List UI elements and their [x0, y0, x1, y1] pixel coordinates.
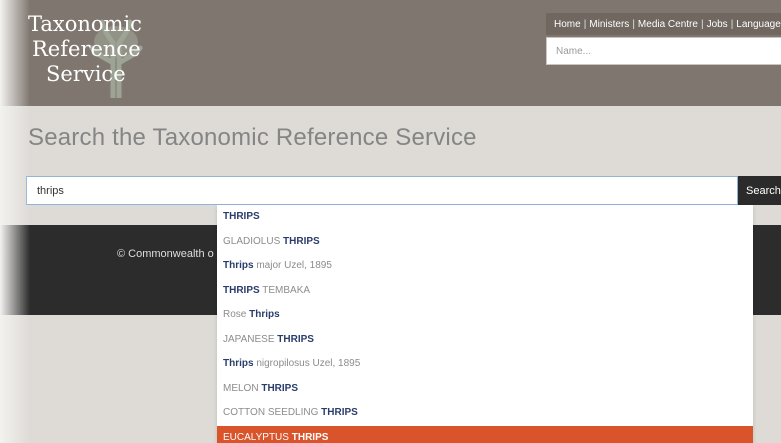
- site-logo[interactable]: Taxonomic Reference Service: [28, 12, 158, 87]
- logo-line-1: Taxonomic: [28, 12, 142, 36]
- search-button[interactable]: Search: [738, 176, 781, 205]
- autocomplete-item[interactable]: Thrips nigropilosus Uzel, 1895: [217, 352, 753, 377]
- page-title: Search the Taxonomic Reference Service: [28, 124, 477, 151]
- nav-separator: |: [700, 18, 704, 30]
- item-prefix: MELON: [223, 382, 262, 394]
- item-match: Thrips: [223, 260, 254, 271]
- autocomplete-item[interactable]: MELON THRIPS: [217, 377, 753, 402]
- nav-separator: |: [583, 18, 587, 30]
- autocomplete-item[interactable]: JAPANESE THRIPS: [217, 328, 753, 353]
- nav-link-media-centre[interactable]: Media Centre: [638, 19, 698, 30]
- copyright-text: © Commonwealth o: [117, 248, 214, 260]
- autocomplete-list: THRIPS GLADIOLUS THRIPS Thrips major Uze…: [217, 205, 753, 443]
- item-match: THRIPS: [223, 211, 260, 222]
- autocomplete-item[interactable]: THRIPS TEMBAKA: [217, 279, 753, 304]
- item-prefix: JAPANESE: [223, 333, 278, 345]
- item-suffix: major Uzel, 1895: [253, 260, 332, 271]
- item-prefix: COTTON SEEDLING: [223, 407, 322, 418]
- nav-separator: |: [730, 18, 734, 30]
- utility-nav: Home | Ministers | Media Centre | Jobs |…: [546, 13, 781, 35]
- item-prefix: GLADIOLUS: [223, 235, 284, 247]
- item-prefix: EUCALYPTUS: [223, 431, 292, 443]
- nav-link-languages[interactable]: Languages: [736, 19, 781, 30]
- item-match: THRIPS: [283, 235, 320, 247]
- autocomplete-item[interactable]: THRIPS: [217, 205, 753, 230]
- autocomplete-item[interactable]: COTTON SEEDLING THRIPS: [217, 401, 753, 426]
- autocomplete-item[interactable]: Rose Thrips: [217, 303, 753, 328]
- logo-line-3: Service: [46, 62, 126, 86]
- nav-separator: |: [632, 18, 635, 30]
- logo-line-2: Reference: [32, 37, 141, 61]
- item-match: THRIPS: [291, 431, 329, 443]
- site-header: Taxonomic Reference Service Home | Minis…: [0, 0, 781, 106]
- autocomplete-item[interactable]: EUCALYPTUS THRIPS: [217, 425, 753, 443]
- autocomplete-item[interactable]: GLADIOLUS THRIPS: [217, 230, 753, 255]
- search-input[interactable]: [26, 176, 738, 205]
- item-suffix: nigropilosus Uzel, 1895: [253, 358, 361, 369]
- nav-link-home[interactable]: Home: [554, 19, 581, 30]
- autocomplete-item[interactable]: Thrips major Uzel, 1895: [217, 254, 753, 279]
- item-prefix: Rose: [223, 309, 250, 320]
- item-match: Thrips: [223, 358, 254, 369]
- item-match: THRIPS: [223, 284, 260, 296]
- item-match: THRIPS: [261, 382, 299, 394]
- nav-link-jobs[interactable]: Jobs: [707, 19, 728, 30]
- item-match: THRIPS: [321, 407, 358, 418]
- name-search-input[interactable]: [546, 37, 781, 65]
- item-suffix: TEMBAKA: [259, 284, 311, 296]
- nav-link-ministers[interactable]: Ministers: [589, 19, 629, 30]
- item-match: Thrips: [249, 309, 280, 320]
- item-match: THRIPS: [277, 333, 314, 345]
